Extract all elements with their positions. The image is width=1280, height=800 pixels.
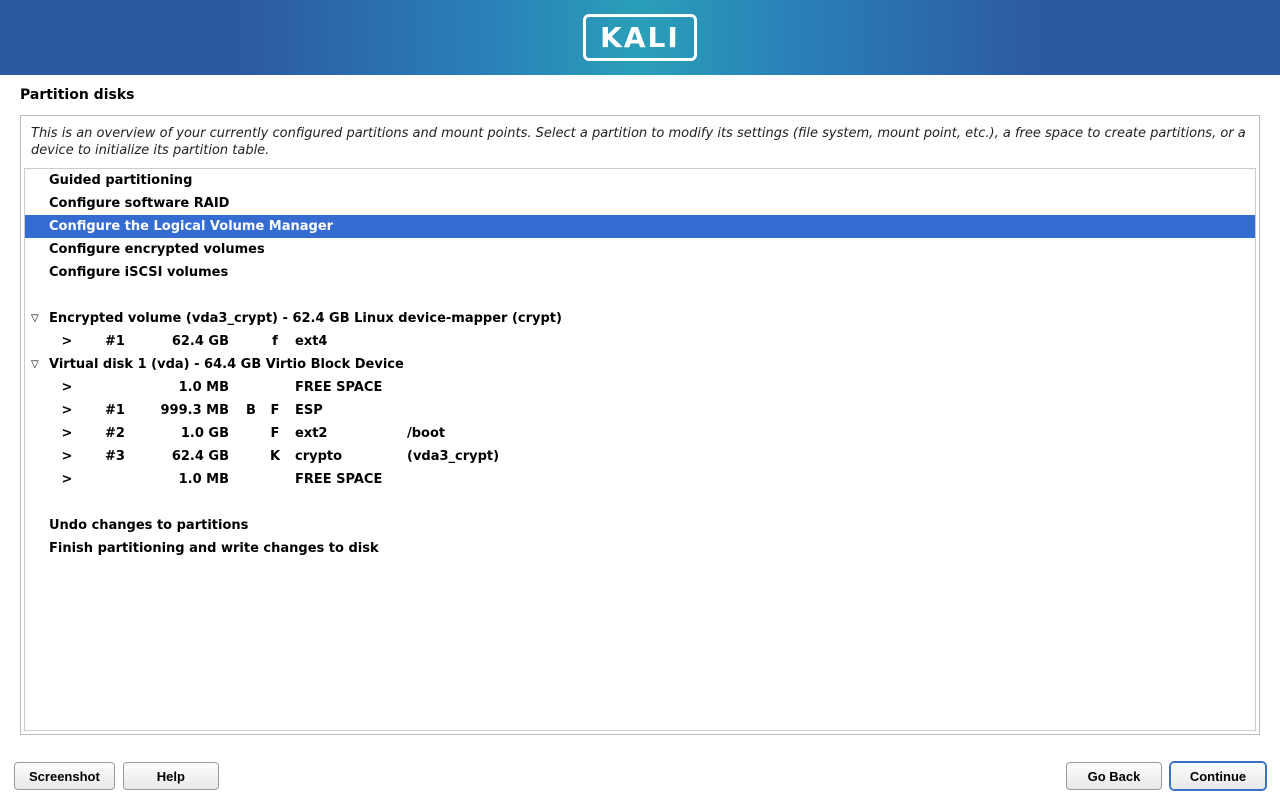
header-gradient: KALI bbox=[240, 0, 1040, 75]
expander-open-icon: ▽ bbox=[31, 359, 49, 370]
action-label: Finish partitioning and write changes to… bbox=[49, 541, 379, 556]
partition-panel: This is an overview of your currently co… bbox=[20, 115, 1260, 735]
screenshot-button[interactable]: Screenshot bbox=[14, 762, 115, 790]
partition-row[interactable]: > #3 62.4 GB K crypto (vda3_crypt) bbox=[25, 445, 1255, 468]
partition-flag2: F bbox=[263, 403, 287, 418]
partition-fs: FREE SPACE bbox=[287, 380, 407, 395]
kali-logo: KALI bbox=[583, 14, 697, 61]
go-back-button[interactable]: Go Back bbox=[1066, 762, 1162, 790]
content-area: Partition disks This is an overview of y… bbox=[0, 75, 1280, 735]
logo-text: KALI bbox=[600, 21, 680, 54]
partition-row[interactable]: > 1.0 MB FREE SPACE bbox=[25, 468, 1255, 491]
partition-number: #2 bbox=[85, 426, 145, 441]
device-header-label: Virtual disk 1 (vda) - 64.4 GB Virtio Bl… bbox=[49, 357, 404, 372]
device-header-label: Encrypted volume (vda3_crypt) - 62.4 GB … bbox=[49, 311, 562, 326]
footer-bar: Screenshot Help Go Back Continue bbox=[0, 762, 1280, 790]
partition-fs: FREE SPACE bbox=[287, 472, 407, 487]
device-header-vda[interactable]: ▽ Virtual disk 1 (vda) - 64.4 GB Virtio … bbox=[25, 353, 1255, 376]
partition-number: #1 bbox=[85, 403, 145, 418]
menu-configure-raid[interactable]: Configure software RAID bbox=[25, 192, 1255, 215]
partition-flag2: F bbox=[263, 426, 287, 441]
partition-flag2: f bbox=[263, 334, 287, 349]
spacer bbox=[25, 491, 1255, 514]
menu-configure-lvm[interactable]: Configure the Logical Volume Manager bbox=[25, 215, 1255, 238]
action-undo-changes[interactable]: Undo changes to partitions bbox=[25, 514, 1255, 537]
menu-label: Guided partitioning bbox=[49, 173, 192, 188]
menu-guided-partitioning[interactable]: Guided partitioning bbox=[25, 169, 1255, 192]
partition-row[interactable]: > #1 62.4 GB f ext4 bbox=[25, 330, 1255, 353]
partition-row[interactable]: > #2 1.0 GB F ext2 /boot bbox=[25, 422, 1255, 445]
partition-size: 1.0 MB bbox=[145, 380, 239, 395]
partition-size: 999.3 MB bbox=[145, 403, 239, 418]
action-finish-partitioning[interactable]: Finish partitioning and write changes to… bbox=[25, 537, 1255, 560]
partition-listbox[interactable]: Guided partitioning Configure software R… bbox=[24, 168, 1256, 731]
footer-left: Screenshot Help bbox=[14, 762, 219, 790]
partition-flag1: B bbox=[239, 403, 263, 418]
arrow-icon: > bbox=[49, 380, 85, 395]
partition-fs: crypto bbox=[287, 449, 407, 464]
partition-mount: (vda3_crypt) bbox=[407, 449, 607, 464]
expander-open-icon: ▽ bbox=[31, 313, 49, 324]
arrow-icon: > bbox=[49, 472, 85, 487]
page-title: Partition disks bbox=[20, 87, 1260, 103]
continue-button[interactable]: Continue bbox=[1170, 762, 1266, 790]
intro-text: This is an overview of your currently co… bbox=[21, 116, 1259, 168]
partition-number: #1 bbox=[85, 334, 145, 349]
partition-size: 62.4 GB bbox=[145, 449, 239, 464]
partition-number: #3 bbox=[85, 449, 145, 464]
menu-label: Configure iSCSI volumes bbox=[49, 265, 228, 280]
footer-right: Go Back Continue bbox=[1066, 762, 1266, 790]
arrow-icon: > bbox=[49, 449, 85, 464]
installer-header: KALI bbox=[0, 0, 1280, 75]
partition-flag2: K bbox=[263, 449, 287, 464]
help-button[interactable]: Help bbox=[123, 762, 219, 790]
partition-fs: ext2 bbox=[287, 426, 407, 441]
menu-label: Configure software RAID bbox=[49, 196, 229, 211]
partition-fs: ext4 bbox=[287, 334, 407, 349]
device-header-crypt[interactable]: ▽ Encrypted volume (vda3_crypt) - 62.4 G… bbox=[25, 307, 1255, 330]
partition-size: 1.0 MB bbox=[145, 472, 239, 487]
action-label: Undo changes to partitions bbox=[49, 518, 248, 533]
arrow-icon: > bbox=[49, 403, 85, 418]
menu-configure-encrypted[interactable]: Configure encrypted volumes bbox=[25, 238, 1255, 261]
partition-size: 62.4 GB bbox=[145, 334, 239, 349]
menu-configure-iscsi[interactable]: Configure iSCSI volumes bbox=[25, 261, 1255, 284]
partition-size: 1.0 GB bbox=[145, 426, 239, 441]
spacer bbox=[25, 284, 1255, 307]
partition-row[interactable]: > #1 999.3 MB B F ESP bbox=[25, 399, 1255, 422]
arrow-icon: > bbox=[49, 334, 85, 349]
menu-label: Configure the Logical Volume Manager bbox=[49, 219, 333, 234]
partition-row[interactable]: > 1.0 MB FREE SPACE bbox=[25, 376, 1255, 399]
partition-fs: ESP bbox=[287, 403, 407, 418]
partition-mount: /boot bbox=[407, 426, 607, 441]
arrow-icon: > bbox=[49, 426, 85, 441]
menu-label: Configure encrypted volumes bbox=[49, 242, 265, 257]
